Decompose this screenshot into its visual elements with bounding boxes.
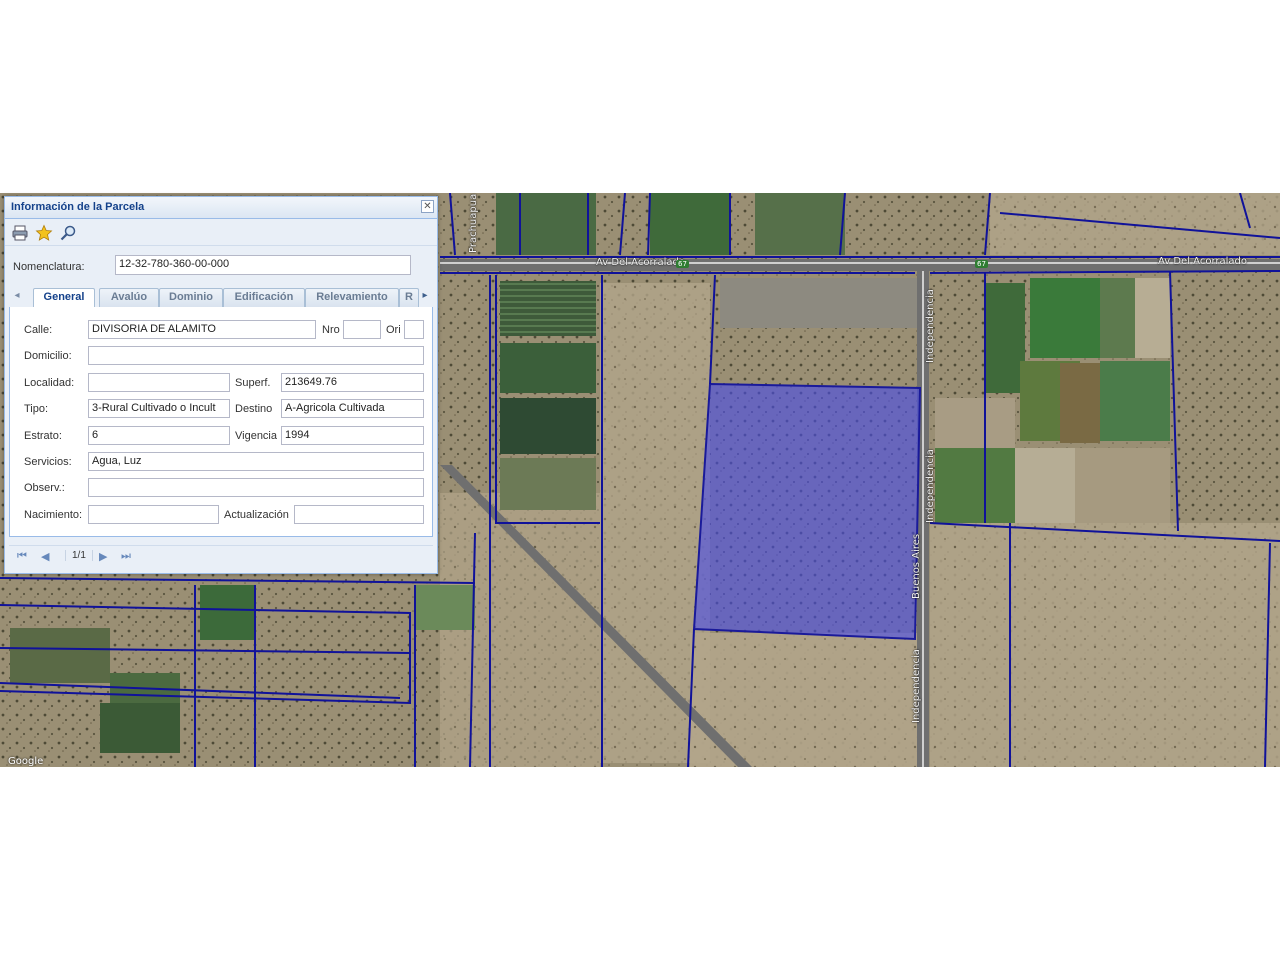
tipo-label: Tipo: [24,403,49,415]
crop-field [10,628,110,683]
last-page-icon[interactable]: ⏭ [121,550,131,563]
zoom-icon[interactable] [59,224,77,242]
selected-parcel[interactable] [692,382,922,641]
calle-label: Calle: [24,324,53,336]
crop-field [935,448,1015,523]
road-independencia-line [922,271,924,767]
vigencia-label: Vigencia [235,430,277,442]
arrow-left-icon: ◂ [14,290,20,301]
tab-edificacion[interactable]: Edificación [223,288,305,307]
road-label-top-right: Av Del Acorralado [1158,256,1247,267]
domicilio-label: Domicilio: [24,350,72,362]
road-label-top: Av Del Acorralado [596,257,685,268]
superf-label: Superf. [235,377,271,389]
panel-title: Información de la Parcela [11,201,145,213]
tab-scroll-right[interactable]: ▸ [419,290,431,306]
star-icon[interactable] [35,224,53,242]
road-top-line [440,262,1280,264]
ori-field[interactable] [404,320,424,339]
tab-scroll-left[interactable]: ◂ [11,290,23,306]
superf-field[interactable]: 213649.76 [281,373,424,392]
crop-field [650,193,730,255]
actualizacion-label: Actualización [224,509,289,521]
pager: ⏮ ◀ 1/1 ▶ ⏭ [9,545,433,568]
print-icon[interactable] [11,224,29,242]
crop-field [1135,278,1170,358]
crop-field [1100,361,1170,441]
estrato-label: Estrato: [24,430,62,442]
nomenclatura-label: Nomenclatura: [13,261,85,273]
close-icon: ✕ [423,201,432,212]
route-shield: 67 [676,260,689,268]
crop-field [500,343,596,393]
crop-field [755,193,845,255]
first-page-icon[interactable]: ⏮ [17,550,27,563]
road-label-independencia: Independencia [925,289,936,363]
page-indicator: 1/1 [65,550,93,561]
tab-relevamiento[interactable]: Relevamiento [305,288,399,307]
nro-label: Nro [322,324,340,336]
crop-field [985,283,1025,393]
crop-field [1060,363,1100,443]
nomenclatura-field[interactable]: 12-32-780-360-00-000 [115,255,411,275]
tab-r[interactable]: R [399,288,419,307]
domicilio-field[interactable] [88,346,424,365]
crop-field [1030,278,1100,358]
panel-toolbar [5,219,437,246]
servicios-field[interactable]: Agua, Luz [88,452,424,471]
next-page-icon[interactable]: ▶ [99,550,107,563]
road-label-independencia: Independencia [911,649,922,723]
nacimiento-field[interactable] [88,505,219,524]
crop-field [100,703,180,753]
localidad-field[interactable] [88,373,230,392]
observ-label: Observ.: [24,482,65,494]
localidad-label: Localidad: [24,377,75,389]
terrain-sand-area [930,523,1280,767]
map-credit: Google [8,756,44,767]
road-top [440,259,1280,271]
crop-field [720,278,920,328]
arrow-right-icon: ▸ [422,290,428,301]
crop-field [500,458,596,510]
crop-field [200,585,255,640]
parcel-info-panel: Información de la Parcela ✕ Nomenclatura… [4,196,438,574]
crop-field [1100,278,1135,358]
crop-field [935,398,1015,448]
actualizacion-field[interactable] [294,505,424,524]
crop-field [496,193,596,255]
road-label-diagonal: Buenos Aires [911,533,922,599]
observ-field[interactable] [88,478,424,497]
servicios-label: Servicios: [24,456,72,468]
tab-general[interactable]: General [33,288,95,308]
tab-dominio[interactable]: Dominio [159,288,223,307]
destino-field[interactable]: A-Agricola Cultivada [281,399,424,418]
tab-bar: ◂ General Avalúo Dominio Edificación Rel… [9,285,433,308]
prev-page-icon[interactable]: ◀ [41,550,49,563]
road-label-independencia: Independencia [925,449,936,523]
crop-field [500,398,596,454]
crop-field [1075,448,1170,523]
panel-header[interactable]: Información de la Parcela ✕ [5,197,437,219]
crop-field [1015,448,1075,523]
nacimiento-label: Nacimiento: [24,509,83,521]
estrato-field[interactable]: 6 [88,426,230,445]
vigencia-field[interactable]: 1994 [281,426,424,445]
route-shield: 67 [975,260,988,268]
crop-field [415,585,475,630]
general-form: Calle: DIVISORIA DE ALAMITO Nro Ori Domi… [9,307,433,537]
crop-field [500,281,596,336]
road-label-side-street: Prachuapua [468,193,479,253]
tab-avaluo[interactable]: Avalúo [99,288,159,307]
close-button[interactable]: ✕ [421,200,434,213]
nro-field[interactable] [343,320,381,339]
destino-label: Destino [235,403,273,415]
tipo-field[interactable]: 3-Rural Cultivado o Incult [88,399,230,418]
ori-label: Ori [386,324,401,336]
terrain-sand-area [990,193,1280,255]
calle-field[interactable]: DIVISORIA DE ALAMITO [88,320,316,339]
